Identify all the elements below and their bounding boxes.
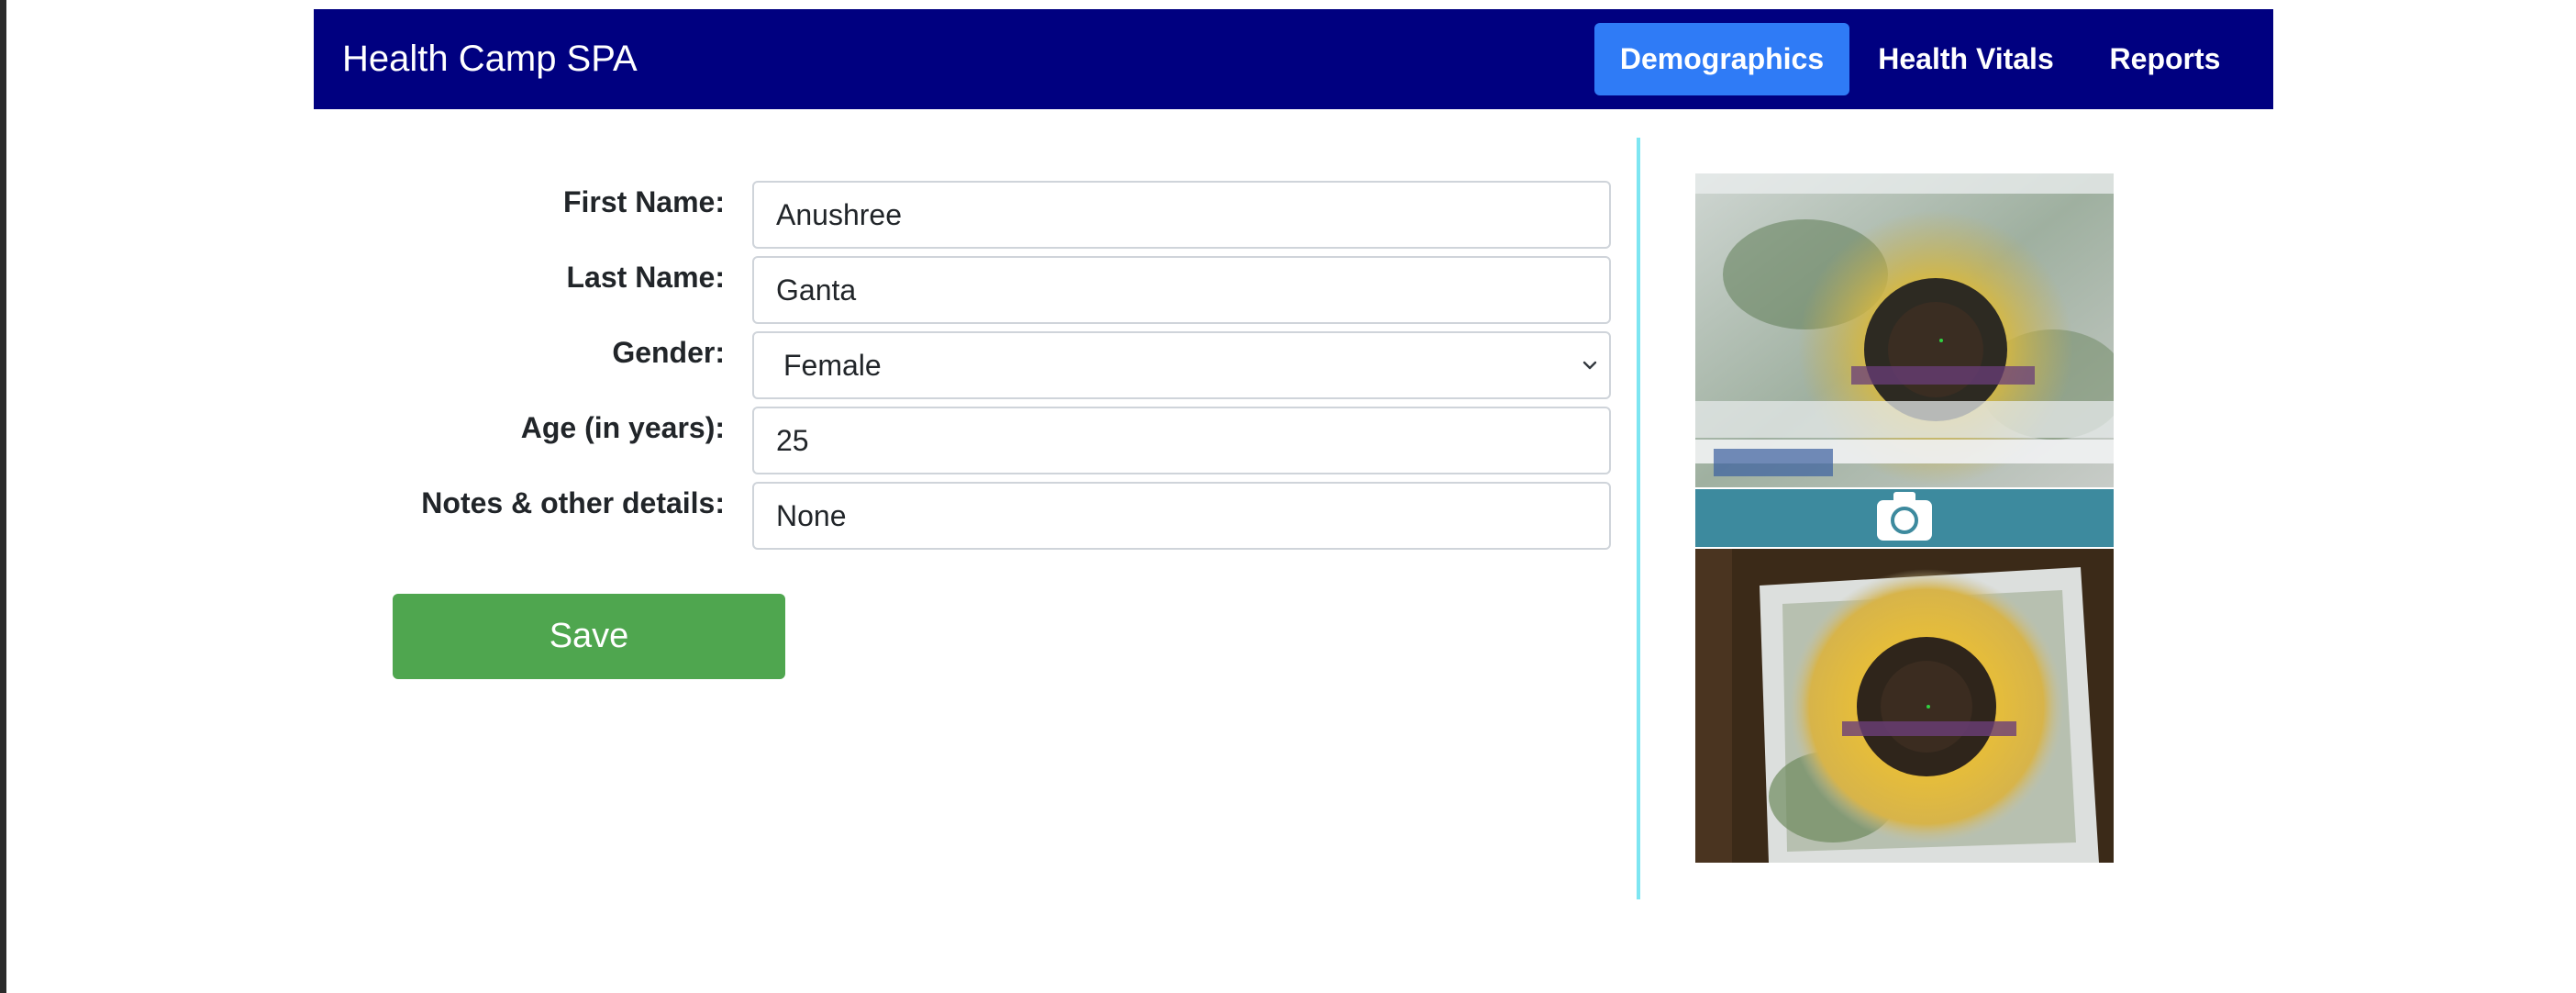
top-navbar: Health Camp SPA Demographics Health Vita… — [314, 9, 2273, 109]
tab-reports[interactable]: Reports — [2082, 23, 2248, 95]
gender-label: Gender: — [612, 336, 725, 369]
save-button[interactable]: Save — [393, 594, 785, 679]
camera-preview-image — [1695, 173, 2114, 487]
chevron-down-icon — [1582, 361, 1597, 370]
gender-select[interactable]: Female — [752, 331, 1611, 399]
notes-field[interactable] — [752, 482, 1611, 550]
vertical-divider — [1637, 138, 1640, 899]
gender-selected-value: Female — [783, 349, 882, 382]
tab-demographics[interactable]: Demographics — [1594, 23, 1849, 95]
last-name-label: Last Name: — [566, 261, 726, 294]
captured-photo-image — [1695, 549, 2114, 863]
age-field[interactable] — [752, 407, 1611, 474]
notes-label: Notes & other details: — [421, 486, 725, 519]
capture-photo-bar[interactable] — [1695, 489, 2114, 547]
age-label: Age (in years): — [520, 411, 725, 444]
first-name-field[interactable] — [752, 181, 1611, 249]
app-title: Health Camp SPA — [342, 39, 638, 79]
first-name-label: First Name: — [562, 185, 725, 218]
camera-icon — [1877, 492, 1932, 541]
last-name-field[interactable] — [752, 256, 1611, 324]
tab-health-vitals[interactable]: Health Vitals — [1864, 23, 2068, 95]
window-edge — [0, 0, 6, 993]
